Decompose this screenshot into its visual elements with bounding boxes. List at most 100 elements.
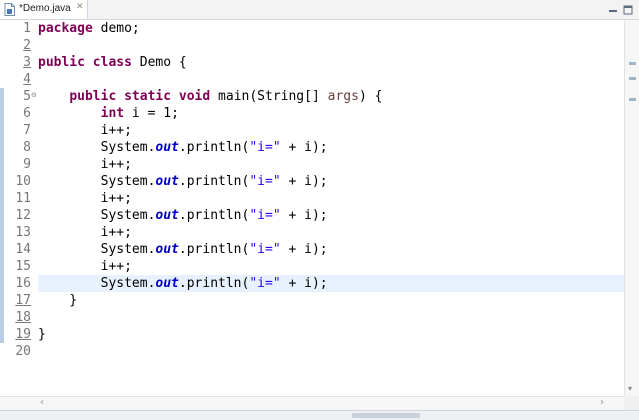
- code-token: }: [38, 327, 46, 342]
- code-line[interactable]: [38, 309, 624, 326]
- line-number: 16: [15, 276, 31, 291]
- minimize-icon[interactable]: [607, 3, 619, 15]
- overview-marker[interactable]: [629, 62, 636, 65]
- string-token: "i=": [249, 208, 281, 223]
- field-token: out: [155, 242, 179, 257]
- code-token: .println(: [178, 208, 250, 223]
- code-line[interactable]: [38, 343, 624, 360]
- code-area[interactable]: package demo; public class Demo { public …: [38, 20, 624, 360]
- line-number: 15: [15, 259, 31, 274]
- code-line[interactable]: i++;: [38, 258, 624, 275]
- code-line[interactable]: int i = 1;: [38, 105, 624, 122]
- code-token: + i);: [280, 174, 328, 189]
- code-token: + i);: [280, 242, 328, 257]
- code-token: i++;: [38, 123, 132, 138]
- code-line[interactable]: System.out.println("i=" + i);: [38, 275, 624, 292]
- code-token: i++;: [38, 191, 132, 206]
- field-token: out: [155, 140, 179, 155]
- line-number: 7: [23, 123, 31, 138]
- editor-tab-bar: *Demo.java ✕: [0, 0, 639, 20]
- code-token: .println(: [178, 140, 250, 155]
- code-line[interactable]: package demo;: [38, 20, 624, 37]
- code-token: main(String[]: [210, 89, 328, 104]
- vertical-scrollbar[interactable]: ▾: [624, 20, 639, 396]
- keyword-token: class: [92, 55, 132, 70]
- code-token: System.: [38, 174, 156, 189]
- line-number: 17: [15, 293, 31, 308]
- code-editor[interactable]: 1 2 3 4 5 6 7 8 9 10 11 12 13 14 15 16 17 18 19 20 ⊖ packag…: [0, 20, 624, 396]
- scroll-down-arrow-icon[interactable]: ▾: [628, 384, 632, 393]
- code-token: System.: [38, 208, 156, 223]
- keyword-token: void: [178, 89, 211, 104]
- line-number: 5: [23, 89, 31, 104]
- line-number-gutter: 1 2 3 4 5 6 7 8 9 10 11 12 13 14 15 16 17 18 19 20 ⊖: [0, 20, 37, 396]
- tab-title: *Demo.java: [19, 3, 71, 14]
- line-number: 10: [15, 174, 31, 189]
- code-line[interactable]: System.out.println("i=" + i);: [38, 207, 624, 224]
- code-line[interactable]: i++;: [38, 190, 624, 207]
- overview-marker[interactable]: [629, 77, 636, 80]
- code-line[interactable]: i++;: [38, 224, 624, 241]
- code-token: .println(: [178, 242, 250, 257]
- code-token: ) {: [358, 89, 383, 104]
- line-number: 6: [23, 106, 31, 121]
- line-number: 13: [15, 225, 31, 240]
- field-token: out: [155, 208, 179, 223]
- tab-demo-java[interactable]: *Demo.java ✕: [0, 0, 88, 19]
- code-line[interactable]: [38, 71, 624, 88]
- line-number: 12: [15, 208, 31, 223]
- code-line[interactable]: }: [38, 326, 624, 343]
- code-line[interactable]: public class Demo {: [38, 54, 624, 71]
- line-number: 14: [15, 242, 31, 257]
- code-token: .println(: [178, 174, 250, 189]
- line-number: 8: [23, 140, 31, 155]
- code-token: }: [38, 293, 78, 308]
- code-token: System.: [38, 242, 156, 257]
- keyword-token: package: [38, 21, 93, 36]
- close-icon[interactable]: ✕: [76, 2, 84, 12]
- code-line[interactable]: System.out.println("i=" + i);: [38, 241, 624, 258]
- code-line[interactable]: System.out.println("i=" + i);: [38, 139, 624, 156]
- parameter-token: args: [327, 89, 359, 104]
- code-line[interactable]: [38, 37, 624, 54]
- keyword-token: static: [124, 89, 172, 104]
- code-token: + i);: [280, 140, 328, 155]
- code-token: + i);: [280, 276, 328, 291]
- scroll-right-arrow-icon[interactable]: ›: [600, 397, 604, 408]
- code-line[interactable]: i++;: [38, 156, 624, 173]
- field-token: out: [155, 276, 179, 291]
- code-token: .println(: [178, 276, 250, 291]
- code-token: System.: [38, 140, 156, 155]
- line-number: 3: [23, 55, 31, 70]
- code-token: demo;: [92, 21, 140, 36]
- field-token: out: [155, 174, 179, 189]
- overview-marker[interactable]: [629, 98, 636, 101]
- code-token: i++;: [38, 225, 132, 240]
- scroll-left-arrow-icon[interactable]: ‹: [40, 397, 44, 408]
- maximize-icon[interactable]: [622, 3, 634, 15]
- code-line[interactable]: i++;: [38, 122, 624, 139]
- string-token: "i=": [249, 242, 281, 257]
- keyword-token: public: [69, 89, 117, 104]
- string-token: "i=": [249, 276, 281, 291]
- code-token: i++;: [38, 259, 132, 274]
- fold-collapse-icon[interactable]: ⊖: [31, 91, 37, 99]
- line-number: 19: [15, 327, 31, 342]
- code-token: System.: [38, 276, 156, 291]
- line-number: 20: [15, 344, 31, 359]
- resize-grip[interactable]: [352, 413, 420, 418]
- line-number: 1: [23, 21, 31, 36]
- line-number: 4: [23, 72, 31, 87]
- code-line[interactable]: System.out.println("i=" + i);: [38, 173, 624, 190]
- code-line[interactable]: }: [38, 292, 624, 309]
- java-file-icon: [4, 3, 16, 21]
- code-line[interactable]: public static void main(String[] args) {: [38, 88, 624, 105]
- keyword-token: int: [100, 106, 125, 121]
- keyword-token: public: [38, 55, 85, 70]
- horizontal-scrollbar[interactable]: ‹ ›: [0, 396, 624, 410]
- code-token: Demo {: [131, 55, 187, 70]
